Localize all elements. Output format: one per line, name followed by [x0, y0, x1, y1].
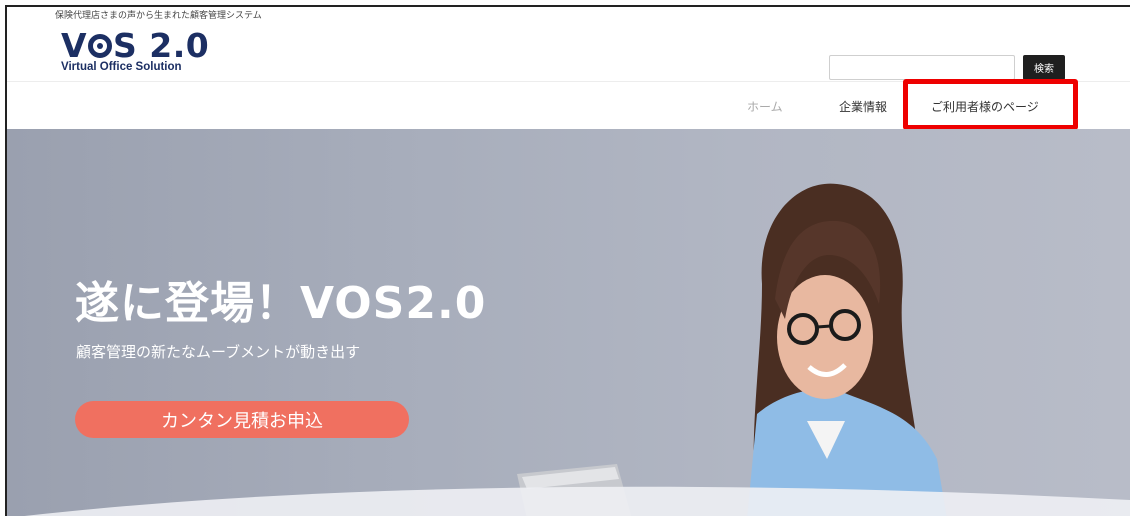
nav-item-home[interactable]: ホーム [747, 98, 783, 115]
hero-subtitle: 顧客管理の新たなムーブメントが動き出す [76, 343, 361, 361]
highlight-annotation-box [903, 79, 1078, 130]
logo-suffix: S 2.0 [113, 26, 210, 65]
hero-banner: 遂に登場！VOS2.0 顧客管理の新たなムーブメントが動き出す カンタン見積お申… [7, 129, 1130, 516]
search-button[interactable]: 検索 [1023, 55, 1065, 80]
search-input[interactable] [829, 55, 1015, 80]
nav-item-company-info[interactable]: 企業情報 [839, 98, 887, 115]
hero-wave-decoration [24, 486, 1130, 516]
site-header: V S 2.0 Virtual Office Solution 検索 [7, 23, 1130, 81]
woman-with-laptop-photo [517, 183, 947, 516]
quote-request-button[interactable]: カンタン見積お申込 [75, 401, 409, 438]
site-logo[interactable]: V S 2.0 Virtual Office Solution [61, 29, 209, 74]
logo-prefix: V [61, 26, 88, 65]
logo-wordmark: V S 2.0 [61, 29, 209, 63]
hero-title: 遂に登場！VOS2.0 [75, 278, 487, 329]
site-tagline: 保険代理店さまの声から生まれた顧客管理システム [55, 11, 262, 21]
logo-o-icon [88, 34, 113, 58]
browser-viewport: 保険代理店さまの声から生まれた顧客管理システム V S 2.0 Virtual … [5, 5, 1130, 516]
tagline-bar: 保険代理店さまの声から生まれた顧客管理システム [7, 7, 1130, 23]
